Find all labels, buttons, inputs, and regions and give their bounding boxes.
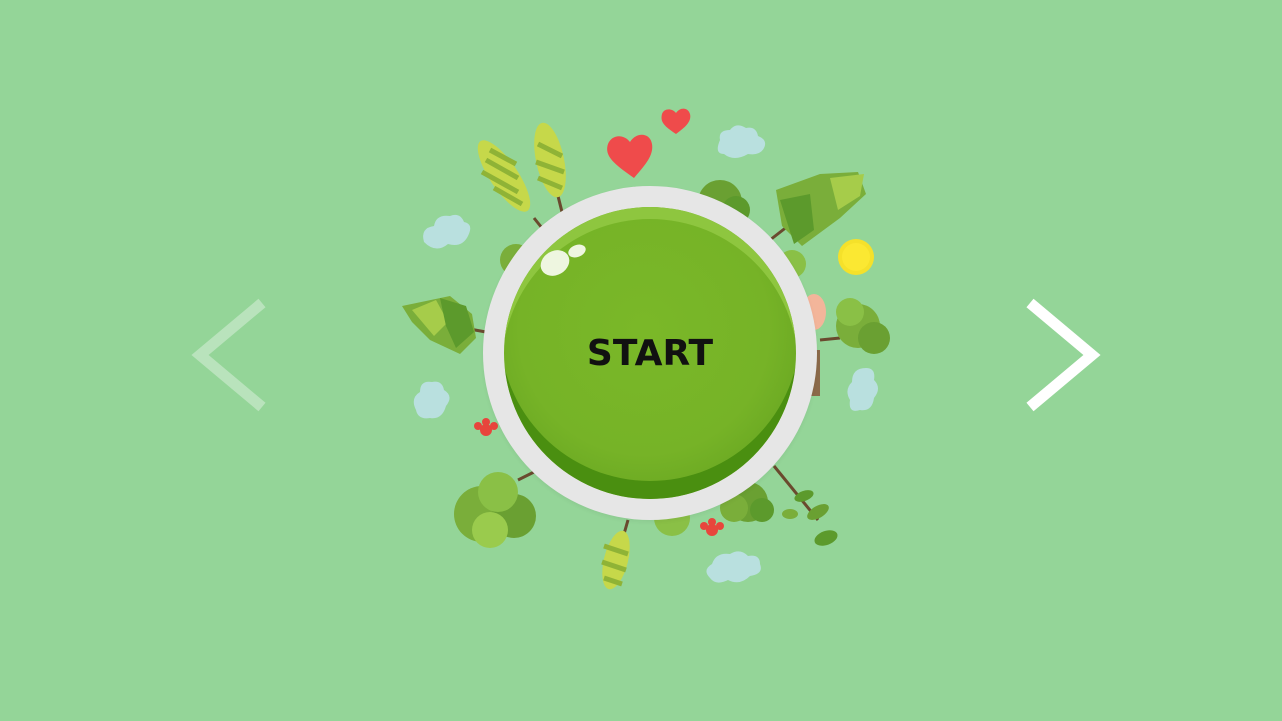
tree-icon (534, 122, 566, 213)
title-screen: START (0, 0, 1282, 721)
start-button[interactable]: START (504, 207, 796, 499)
bush-icon (819, 298, 890, 354)
flower-icon (474, 418, 498, 436)
start-button-label: START (586, 332, 714, 374)
cloud-icon (423, 214, 471, 249)
cloud-icon (413, 381, 450, 419)
previous-arrow-button[interactable] (190, 297, 270, 417)
tree-icon (402, 296, 487, 354)
heart-icon (661, 108, 691, 134)
chevron-right-icon (1026, 298, 1101, 412)
chevron-left-icon (191, 298, 266, 412)
cloud-icon (717, 125, 766, 158)
cloud-icon (706, 551, 761, 583)
next-arrow-button[interactable] (1022, 297, 1102, 417)
flower-icon (700, 518, 724, 536)
heart-icon (607, 134, 653, 178)
cloud-icon (847, 368, 878, 411)
tree-icon (601, 519, 630, 590)
sun-icon (838, 239, 874, 275)
